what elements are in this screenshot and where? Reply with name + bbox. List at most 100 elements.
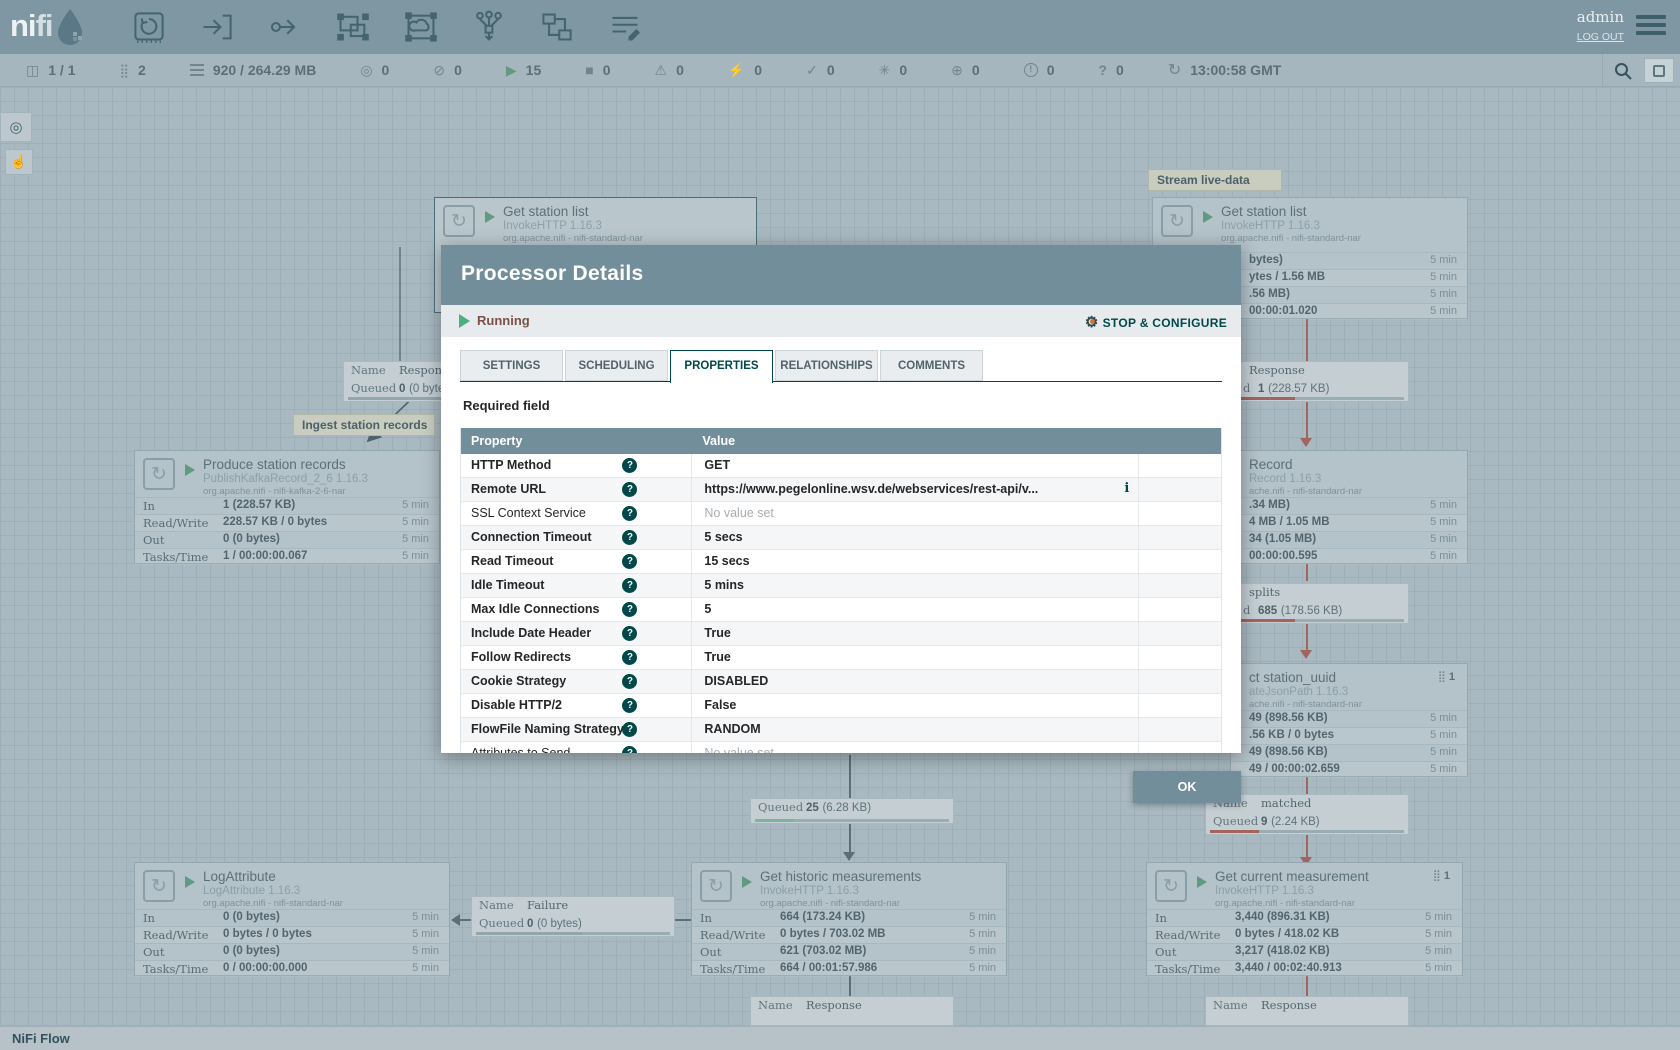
stat-window: 5 min <box>1430 763 1457 775</box>
active-threads-icon <box>119 63 129 78</box>
help-icon[interactable]: ? <box>622 506 637 521</box>
help-icon[interactable]: ? <box>622 554 637 569</box>
process-group-icon[interactable] <box>334 8 372 46</box>
nifi-drop-icon <box>53 6 87 46</box>
stat-fragment: ytes / 1.56 MB <box>1249 271 1325 283</box>
status-item: 920 / 264.29 MB <box>190 62 317 78</box>
property-row: FlowFile Naming Strategy?RANDOM <box>461 718 1221 742</box>
property-name: Follow Redirects <box>471 650 571 664</box>
help-icon[interactable]: ? <box>622 722 637 737</box>
processor-type: InvokeHTTP 1.16.3 <box>1215 885 1314 897</box>
status-item: 0 <box>655 62 684 78</box>
help-icon[interactable]: ? <box>622 458 637 473</box>
status-count: 0 <box>603 62 611 78</box>
help-icon[interactable]: ? <box>622 578 637 593</box>
status-item: 0 <box>951 62 980 78</box>
navigate-palette[interactable]: ◎ <box>0 112 32 142</box>
processor-stats: In3,440 (896.31 KB)5 minRead/Write0 byte… <box>1147 909 1462 977</box>
refresh-status[interactable]: 13:00:58 GMT <box>1168 62 1281 78</box>
template-icon[interactable] <box>538 8 576 46</box>
status-item: 0 <box>806 62 835 78</box>
ok-button[interactable]: OK <box>1133 771 1241 803</box>
help-icon[interactable]: ? <box>622 746 637 753</box>
processor-log-attribute[interactable]: ↻ LogAttribute LogAttribute 1.16.3 org.a… <box>134 862 450 976</box>
remote-process-group-icon[interactable] <box>402 8 440 46</box>
connection-name: matched <box>1261 796 1311 810</box>
tab-properties[interactable]: PROPERTIES <box>670 350 773 383</box>
canvas-label[interactable]: Stream live-data <box>1148 169 1282 191</box>
processor-name: Get historic measurements <box>760 869 921 884</box>
connection-failure[interactable]: NameFailure Queued0 (0 bytes) <box>471 896 675 937</box>
refresh-icon[interactable] <box>1168 63 1181 78</box>
processor-stat-row: In1 (228.57 KB)5 min <box>135 497 439 514</box>
app-header: nifi <box>0 0 1680 54</box>
tab-relationships[interactable]: RELATIONSHIPS <box>775 350 878 381</box>
stat-window: 5 min <box>969 911 996 923</box>
breadcrumb[interactable]: NiFi Flow <box>12 1027 1680 1050</box>
connection-queued-25[interactable]: Queued25 (6.28 KB) <box>750 798 954 824</box>
processor-type: InvokeHTTP 1.16.3 <box>1221 220 1320 232</box>
tab-comments[interactable]: COMMENTS <box>880 350 983 381</box>
operate-palette[interactable]: ☝ <box>5 149 33 175</box>
queued-count: 1 <box>1258 383 1264 395</box>
stat-window: 5 min <box>1430 288 1457 300</box>
stat-window: 5 min <box>1430 254 1457 266</box>
status-count: 0 <box>454 62 462 78</box>
status-count: 0 <box>972 62 980 78</box>
processor-stat-row: Out621 (703.02 MB)5 min <box>692 943 1006 960</box>
help-icon[interactable]: ? <box>622 626 637 641</box>
transmitting-icon <box>360 63 372 77</box>
help-icon[interactable]: ? <box>622 650 637 665</box>
connection-response-bottom-center[interactable]: NameResponse <box>750 996 954 1026</box>
queued-count: 685 <box>1258 605 1277 617</box>
processor-record-fragment[interactable]: Record Record 1.16.3 ache.nifi - nifi-st… <box>1230 450 1468 564</box>
property-value: 5 <box>704 602 711 616</box>
logout-link[interactable]: LOG OUT <box>1577 31 1624 43</box>
property-value: True <box>704 626 730 640</box>
processor-icon[interactable] <box>130 8 168 46</box>
processor-get-current-measurement[interactable]: ↻ Get current measurement InvokeHTTP 1.1… <box>1146 862 1463 976</box>
processor-get-historic-measurements[interactable]: ↻ Get historic measurements InvokeHTTP 1… <box>691 862 1007 976</box>
processor-extract-station-uuid-fragment[interactable]: ct station_uuid ateJsonPath 1.16.3 ache.… <box>1230 663 1468 777</box>
stat-value: 3,440 / 00:02:40.913 <box>1235 962 1342 974</box>
help-icon[interactable]: ? <box>622 674 637 689</box>
help-icon[interactable]: ? <box>622 482 637 497</box>
stat-fragment: 34 (1.05 MB) <box>1249 533 1316 545</box>
info-icon[interactable]: i <box>1124 481 1129 496</box>
last-refresh-time: 13:00:58 GMT <box>1190 62 1281 78</box>
status-item: 0 <box>879 62 908 78</box>
global-menu-icon[interactable] <box>1636 15 1666 39</box>
connection-line <box>1306 398 1308 440</box>
property-value: 15 secs <box>704 554 749 568</box>
output-port-icon[interactable] <box>266 8 304 46</box>
input-port-icon[interactable] <box>198 8 236 46</box>
hand-icon: ☝ <box>11 154 27 170</box>
canvas-label[interactable]: Ingest station records <box>293 414 435 436</box>
help-icon[interactable]: ? <box>622 602 637 617</box>
property-value: https://www.pegelonline.wsv.de/webservic… <box>704 482 1038 496</box>
panel-toggle-button[interactable] <box>1644 58 1674 83</box>
stat-window: 5 min <box>1430 305 1457 317</box>
status-item: 0 <box>360 62 389 78</box>
label-icon[interactable] <box>606 8 644 46</box>
help-icon[interactable]: ? <box>622 530 637 545</box>
processor-name: LogAttribute <box>203 869 276 884</box>
stat-window: 5 min <box>412 945 439 957</box>
funnel-icon[interactable] <box>470 8 508 46</box>
stat-label: Tasks/Time <box>143 550 208 564</box>
processor-name: Get station list <box>1221 204 1307 219</box>
connection-response-bottom-right[interactable]: NameResponse <box>1205 996 1409 1026</box>
processor-produce-station-records[interactable]: ↻ Produce station records PublishKafkaRe… <box>134 450 440 564</box>
search-icon[interactable] <box>1602 54 1642 87</box>
stat-window: 5 min <box>1425 911 1452 923</box>
property-value: True <box>704 650 730 664</box>
tab-settings[interactable]: SETTINGS <box>460 350 563 381</box>
property-name: Attributes to Send <box>471 746 570 753</box>
queued-count: 25 <box>806 802 819 814</box>
tab-scheduling[interactable]: SCHEDULING <box>565 350 668 381</box>
stop-and-configure-button[interactable]: ⚙STOP & CONFIGURE <box>1085 313 1227 331</box>
help-icon[interactable]: ? <box>622 698 637 713</box>
stat-value: 0 (0 bytes) <box>223 945 280 957</box>
processor-stat-row: Out0 (0 bytes)5 min <box>135 531 439 548</box>
status-count: 920 / 264.29 MB <box>213 62 317 78</box>
